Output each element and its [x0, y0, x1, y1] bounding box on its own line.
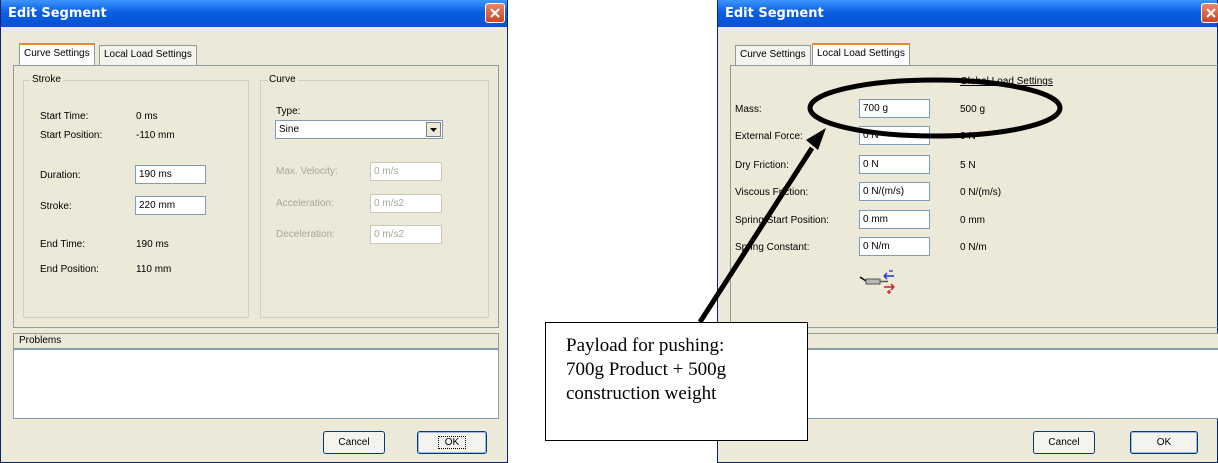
annotation-arrowhead [806, 128, 826, 150]
callout-line-1: Payload for pushing: [566, 335, 725, 356]
callout-line-2: 700g Product + 500g [566, 359, 727, 380]
callout-line-3: construction weight [566, 383, 717, 404]
highlight-ellipse [807, 77, 1063, 139]
annotation-arrow-line [697, 146, 815, 324]
annotation-callout: Payload for pushing: 700g Product + 500g… [545, 322, 808, 441]
